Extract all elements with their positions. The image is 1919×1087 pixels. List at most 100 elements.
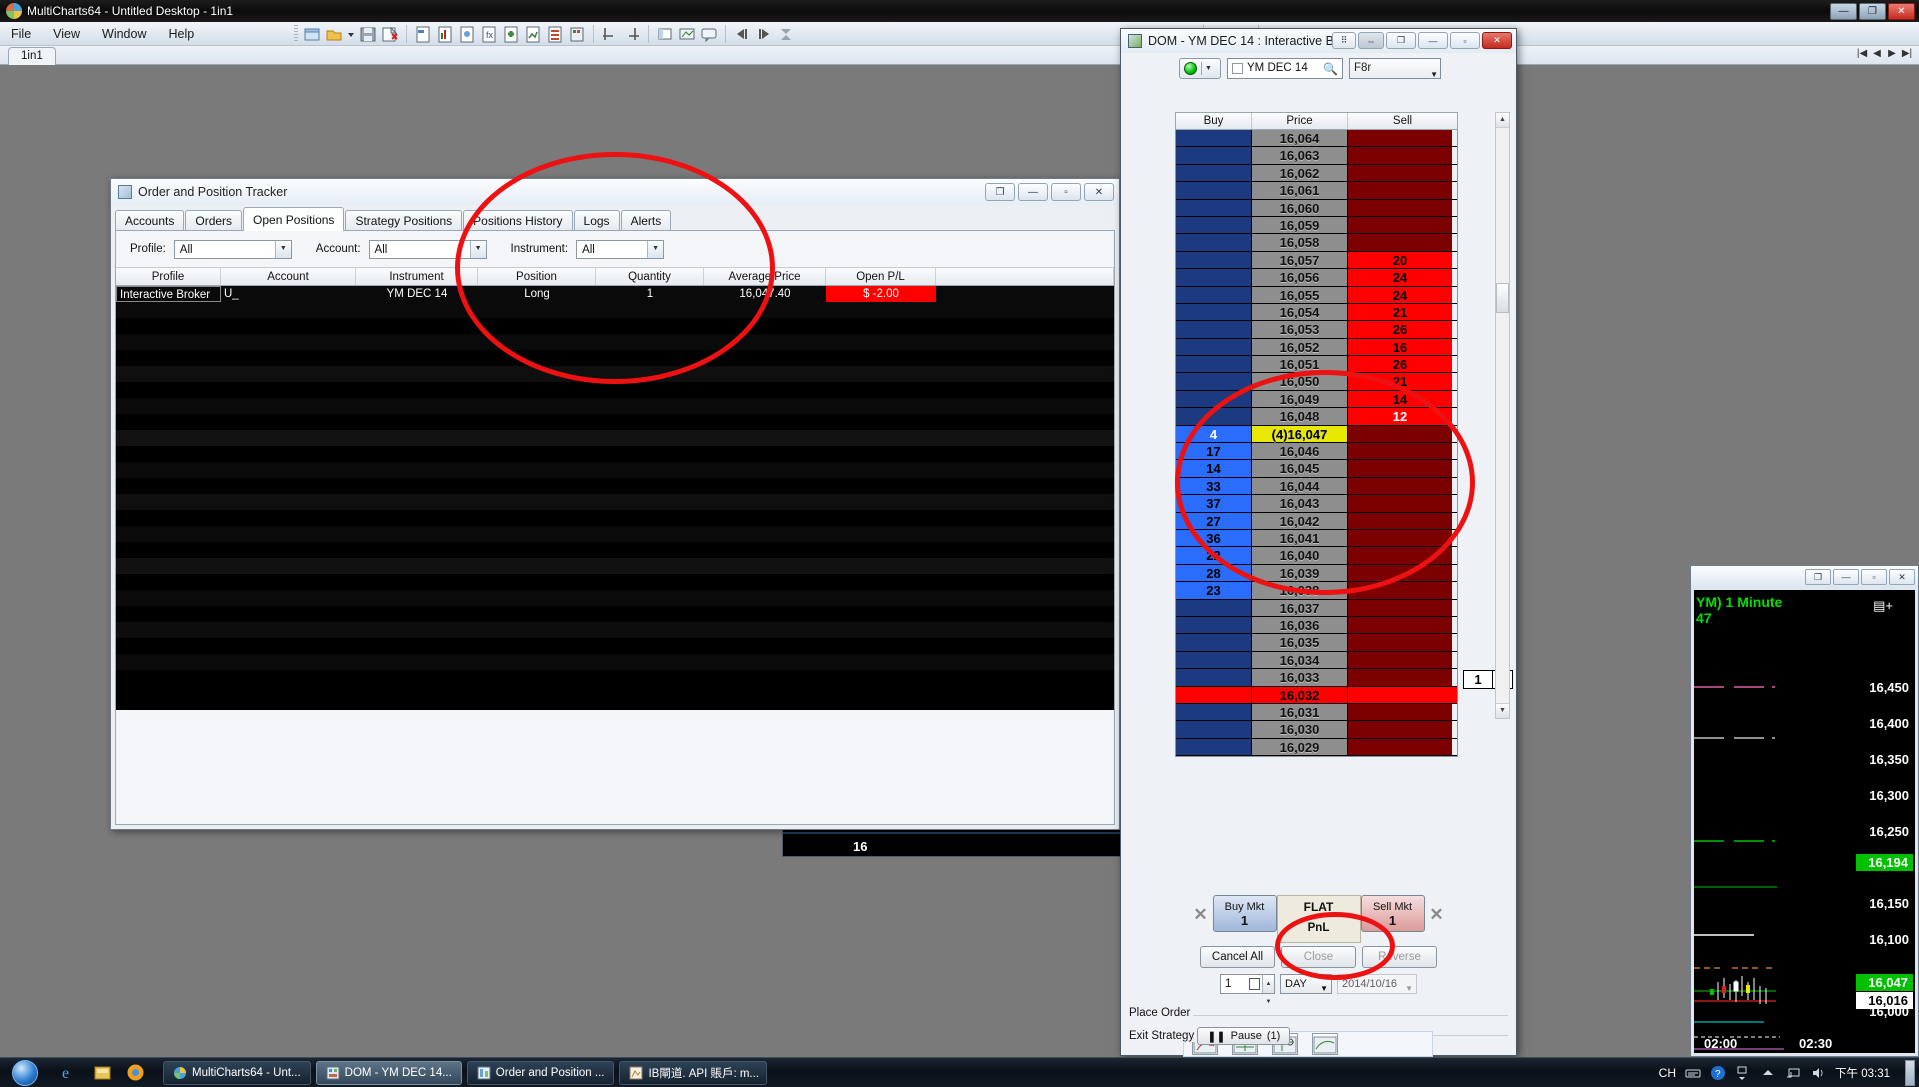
scroll-up-button[interactable]: ▲ bbox=[1496, 113, 1509, 128]
ladder-sell-cell[interactable] bbox=[1348, 651, 1452, 669]
tab-logs[interactable]: Logs bbox=[573, 210, 620, 231]
ladder-buy-cell[interactable]: 14 bbox=[1176, 460, 1252, 477]
ladder-price-cell[interactable]: 16,030 bbox=[1252, 721, 1348, 738]
ladder-row[interactable]: 4 (4)16,047 bbox=[1176, 425, 1457, 444]
pause-button[interactable]: ❚❚ Pause (1) bbox=[1197, 1027, 1291, 1045]
chart-window[interactable]: ❐ — ▫ ✕ YM) 1 Minute 47 ▤+ 16,450 16,400… bbox=[1690, 565, 1919, 1057]
ladder-buy-cell[interactable] bbox=[1176, 269, 1252, 286]
column-header-quantity[interactable]: Quantity bbox=[596, 268, 704, 285]
column-header-average-price[interactable]: Average Price bbox=[704, 268, 826, 285]
ladder-price-cell[interactable]: 16,060 bbox=[1252, 199, 1348, 216]
close-button[interactable]: ✕ bbox=[1888, 3, 1915, 20]
ladder-sell-cell[interactable]: 24 bbox=[1348, 269, 1452, 286]
ladder-price-cell[interactable]: 16,048 bbox=[1252, 408, 1348, 425]
ladder-row[interactable]: 16,035 bbox=[1176, 634, 1457, 652]
scroll-down-button[interactable]: ▼ bbox=[1496, 703, 1509, 718]
menu-window[interactable]: Window bbox=[91, 22, 157, 46]
network-icon[interactable] bbox=[1785, 1065, 1801, 1081]
ladder-sell-cell[interactable] bbox=[1348, 529, 1452, 547]
ladder-sell-cell[interactable] bbox=[1348, 599, 1452, 616]
chart-close-button[interactable]: ✕ bbox=[1889, 569, 1915, 585]
toolbar-grip[interactable] bbox=[294, 24, 299, 43]
ladder-row[interactable]: 16,062 bbox=[1176, 164, 1457, 183]
comment-icon[interactable] bbox=[699, 24, 719, 44]
taskbar-item-multicharts[interactable]: MultiCharts64 - Unt... bbox=[163, 1060, 311, 1085]
taskbar-item-ib[interactable]: IB閘道. API 賬戶: m... bbox=[619, 1060, 768, 1085]
tab-strategy-positions[interactable]: Strategy Positions bbox=[345, 210, 463, 231]
ladder-sell-cell[interactable] bbox=[1348, 634, 1452, 651]
reverse-position-button[interactable]: Reverse bbox=[1362, 946, 1437, 968]
ladder-row[interactable]: 16,056 24 bbox=[1176, 269, 1457, 287]
workspace-tab-1in1[interactable]: 1in1 bbox=[8, 47, 56, 65]
order-position-tracker-window[interactable]: Order and Position Tracker ❐ — ▫ ✕ Accou… bbox=[110, 178, 1120, 830]
ladder-buy-cell[interactable] bbox=[1176, 147, 1252, 164]
ladder-sell-cell[interactable] bbox=[1348, 564, 1452, 582]
ladder-buy-cell[interactable] bbox=[1176, 356, 1252, 373]
ladder-price-cell[interactable]: 16,055 bbox=[1252, 286, 1348, 303]
exit-target-icon[interactable] bbox=[1312, 1033, 1338, 1055]
internet-explorer-icon[interactable]: e bbox=[60, 1063, 79, 1082]
chart-canvas[interactable]: YM) 1 Minute 47 ▤+ 16,450 16,400 16,350 … bbox=[1694, 590, 1915, 1053]
insert-signal-icon[interactable] bbox=[523, 24, 543, 44]
spinner-icon[interactable]: ▲ ▼ bbox=[1262, 975, 1274, 1005]
chart-minimize-button[interactable]: — bbox=[1833, 569, 1859, 585]
time-in-force-select[interactable]: DAY ▼ bbox=[1280, 974, 1332, 994]
ladder-row[interactable]: 16,049 14 bbox=[1176, 390, 1457, 409]
dom-ladder[interactable]: Buy Price Sell 16,064 16,063 16,062 16,061 1… bbox=[1175, 112, 1513, 758]
tab-orders[interactable]: Orders bbox=[185, 210, 243, 231]
ladder-price-cell[interactable]: 16,050 bbox=[1252, 373, 1348, 390]
ladder-row[interactable]: 28 16,039 bbox=[1176, 564, 1457, 583]
chart-restore-button[interactable]: ❐ bbox=[1805, 569, 1831, 585]
start-button[interactable] bbox=[2, 1059, 48, 1087]
ladder-row[interactable]: 37 16,043 bbox=[1176, 495, 1457, 513]
taskbar-item-dom[interactable]: DOM - YM DEC 14... bbox=[315, 1060, 462, 1085]
ladder-row[interactable]: 16,063 bbox=[1176, 147, 1457, 165]
ladder-row[interactable]: 16,061 bbox=[1176, 182, 1457, 200]
nav-prev-icon[interactable]: ◀ bbox=[1871, 48, 1883, 59]
ladder-buy-cell[interactable] bbox=[1176, 703, 1252, 721]
ladder-sell-cell[interactable]: 26 bbox=[1348, 356, 1452, 373]
sell-market-button[interactable]: Sell Mkt 1 bbox=[1360, 895, 1425, 932]
ladder-buy-cell[interactable] bbox=[1176, 616, 1252, 634]
ladder-sell-cell[interactable]: 14 bbox=[1348, 390, 1452, 408]
chrome-icon[interactable] bbox=[126, 1063, 145, 1082]
ladder-row[interactable]: 16,048 12 bbox=[1176, 408, 1457, 426]
ladder-price-cell[interactable]: 16,056 bbox=[1252, 269, 1348, 286]
ladder-sell-cell[interactable] bbox=[1348, 199, 1452, 216]
ladder-buy-cell[interactable] bbox=[1176, 199, 1252, 216]
ladder-row[interactable]: 16,029 bbox=[1176, 738, 1457, 757]
ladder-buy-cell[interactable]: 27 bbox=[1176, 512, 1252, 529]
crosshair-right-icon[interactable] bbox=[622, 24, 642, 44]
dom-resize-button[interactable]: ⇔ bbox=[1358, 32, 1384, 49]
buy-market-button[interactable]: Buy Mkt 1 bbox=[1212, 895, 1277, 932]
position-status-box[interactable]: FLAT PnL bbox=[1276, 895, 1361, 943]
ladder-sell-cell[interactable] bbox=[1348, 582, 1452, 599]
ladder-sell-cell[interactable] bbox=[1348, 147, 1452, 164]
ladder-row[interactable]: 16,059 bbox=[1176, 216, 1457, 235]
clock[interactable]: 下午 03:31 bbox=[1835, 1065, 1890, 1081]
ladder-price-cell[interactable]: 16,034 bbox=[1252, 651, 1348, 669]
ladder-buy-cell[interactable] bbox=[1176, 251, 1252, 269]
ladder-sell-cell[interactable] bbox=[1348, 234, 1452, 251]
ladder-price-cell[interactable]: 16,045 bbox=[1252, 460, 1348, 477]
ladder-row[interactable]: 16,060 bbox=[1176, 199, 1457, 217]
filter-profile-select[interactable]: All ▼ bbox=[173, 239, 292, 259]
tracker-minimize-button[interactable]: — bbox=[1018, 183, 1048, 201]
tracker-close-button[interactable]: ✕ bbox=[1084, 183, 1114, 201]
quantity-stepper[interactable]: 1 ▲ ▼ bbox=[1220, 974, 1275, 1005]
expiry-date-select[interactable]: 2014/10/16 ▼ bbox=[1337, 974, 1417, 994]
ladder-price-cell[interactable]: 16,029 bbox=[1252, 738, 1348, 756]
ladder-row[interactable]: 16,050 21 bbox=[1176, 373, 1457, 391]
dom-minimize-button[interactable]: — bbox=[1418, 32, 1448, 49]
chart-maximize-button[interactable]: ▫ bbox=[1861, 569, 1887, 585]
ladder-sell-cell[interactable] bbox=[1348, 669, 1452, 686]
chart-shift-icon[interactable] bbox=[677, 24, 697, 44]
ladder-row[interactable]: 16,055 24 bbox=[1176, 286, 1457, 304]
ladder-price-cell[interactable]: 16,049 bbox=[1252, 390, 1348, 408]
ladder-sell-cell[interactable] bbox=[1348, 721, 1452, 738]
column-header-account[interactable]: Account bbox=[221, 268, 356, 285]
ladder-sell-cell[interactable]: 21 bbox=[1348, 373, 1452, 390]
ladder-row[interactable]: 23 16,038 bbox=[1176, 582, 1457, 600]
step-forward-icon[interactable] bbox=[754, 24, 774, 44]
explorer-folder-icon[interactable] bbox=[93, 1063, 112, 1082]
